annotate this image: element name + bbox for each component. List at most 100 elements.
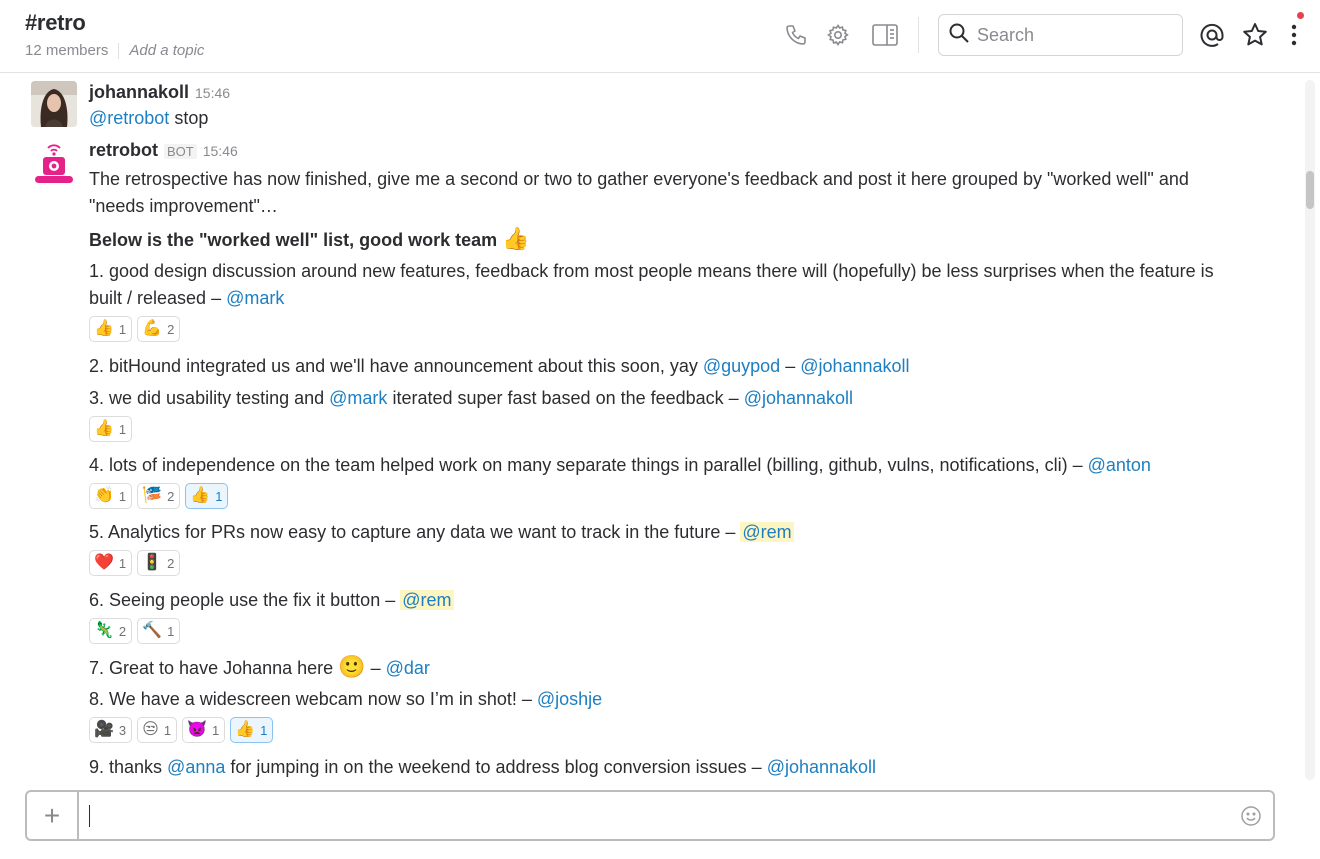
message-header: johannakoll 15:46 bbox=[89, 82, 230, 103]
reaction-bar: ❤️ 1 🚦 2 bbox=[89, 550, 181, 576]
list-item: 2. bitHound integrated us and we'll have… bbox=[89, 354, 910, 378]
text-cursor bbox=[89, 804, 90, 827]
smiley-icon[interactable] bbox=[1229, 792, 1273, 839]
list-item-text: 3. we did usability testing and bbox=[89, 388, 330, 408]
list-item-text: 8. We have a widescreen webcam now so I’… bbox=[89, 689, 537, 709]
message-author[interactable]: johannakoll bbox=[89, 82, 189, 102]
star-icon[interactable] bbox=[1242, 22, 1268, 48]
gear-icon[interactable] bbox=[825, 22, 851, 48]
imp-icon: 👿 bbox=[187, 721, 207, 738]
user-mention[interactable]: @johannakoll bbox=[744, 388, 853, 408]
avatar[interactable] bbox=[31, 81, 77, 127]
user-mention[interactable]: @mark bbox=[226, 288, 284, 308]
reaction-count: 1 bbox=[118, 421, 127, 437]
reaction-unamused[interactable]: 😒 1 bbox=[137, 717, 178, 743]
message-timestamp[interactable]: 15:46 bbox=[203, 143, 238, 159]
lizard-icon: 🦎 bbox=[94, 622, 114, 639]
list-item: 3. we did usability testing and @mark it… bbox=[89, 386, 853, 410]
phone-icon[interactable] bbox=[783, 22, 809, 48]
reaction-count: 2 bbox=[118, 623, 127, 639]
traffic-light-icon: 🚦 bbox=[142, 554, 163, 571]
message-list[interactable]: johannakoll 15:46 @retrobot stop retrobot… bbox=[0, 74, 1304, 786]
smiley-emoji-icon: 🙂 bbox=[338, 654, 366, 679]
thumbs-up-icon: 👍 bbox=[235, 721, 256, 738]
thumbs-up-icon: 👍 bbox=[502, 226, 530, 251]
reaction-heart[interactable]: ❤️ 1 bbox=[89, 550, 133, 576]
reaction-count: 1 bbox=[215, 488, 223, 504]
thumbs-up-icon: 👍 bbox=[190, 487, 211, 504]
user-mention[interactable]: @rem bbox=[740, 522, 794, 542]
retrobot-avatar[interactable] bbox=[31, 140, 77, 186]
user-mention[interactable]: @johannakoll bbox=[800, 356, 909, 376]
more-vertical-icon[interactable] bbox=[1281, 22, 1307, 48]
reaction-traffic-light[interactable]: 🚦 2 bbox=[137, 550, 181, 576]
reaction-count: 2 bbox=[167, 488, 175, 504]
user-mention[interactable]: @johannakoll bbox=[767, 757, 876, 777]
list-item-text: 4. lots of independence on the team help… bbox=[89, 455, 1088, 475]
reaction-thumbs-up[interactable]: 👍 1 bbox=[185, 483, 229, 509]
user-mention[interactable]: @retrobot bbox=[89, 108, 169, 128]
list-item-text: for jumping in on the weekend to address… bbox=[225, 757, 767, 777]
user-mention[interactable]: @mark bbox=[329, 388, 387, 408]
movie-camera-icon: 🎥 bbox=[94, 721, 114, 738]
muscle-icon: 💪 bbox=[142, 320, 163, 337]
clap-icon: 👏 bbox=[94, 487, 114, 504]
list-item-text: 2. bitHound integrated us and we'll have… bbox=[89, 356, 703, 376]
reaction-count: 1 bbox=[163, 722, 172, 738]
flags-icon: 🎏 bbox=[142, 487, 163, 504]
message-text: The retrospective has now finished, give… bbox=[89, 169, 1189, 189]
message-composer: + bbox=[25, 790, 1275, 841]
reaction-hammer[interactable]: 🔨 1 bbox=[137, 618, 181, 644]
list-item-text: 7. Great to have Johanna here bbox=[89, 658, 339, 678]
add-attachment-button[interactable]: + bbox=[27, 792, 79, 839]
separator: – bbox=[780, 356, 801, 376]
reaction-bar: 👍 1 bbox=[89, 416, 133, 442]
reaction-imp[interactable]: 👿 1 bbox=[182, 717, 226, 743]
message-text: "needs improvement"… bbox=[89, 196, 278, 216]
at-sign-icon[interactable] bbox=[1199, 22, 1225, 48]
reaction-count: 2 bbox=[167, 321, 175, 337]
search-icon bbox=[949, 23, 969, 48]
notification-dot bbox=[1297, 12, 1304, 19]
message-input[interactable] bbox=[79, 792, 1229, 839]
list-item-text: 5. Analytics for PRs now easy to capture… bbox=[89, 522, 741, 542]
hammer-icon: 🔨 bbox=[142, 622, 163, 639]
list-item: 9. thanks @anna for jumping in on the we… bbox=[89, 755, 876, 779]
user-mention[interactable]: @anton bbox=[1088, 455, 1151, 475]
user-mention[interactable]: @anna bbox=[167, 757, 225, 777]
user-mention[interactable]: @rem bbox=[400, 590, 454, 610]
thumbs-up-icon: 👍 bbox=[94, 320, 114, 337]
search-input[interactable]: Search bbox=[938, 14, 1183, 56]
sidebar-toggle-icon[interactable] bbox=[872, 22, 898, 48]
list-item: 5. Analytics for PRs now easy to capture… bbox=[89, 520, 794, 544]
reaction-thumbs-up[interactable]: 👍 1 bbox=[230, 717, 274, 743]
unamused-icon: 😒 bbox=[142, 721, 159, 738]
add-topic-link[interactable]: Add a topic bbox=[129, 42, 204, 59]
list-item-text: 6. Seeing people use the fix it button – bbox=[89, 590, 401, 610]
list-item: 7. Great to have Johanna here 🙂 – @dar bbox=[89, 655, 430, 680]
list-item: 4. lots of independence on the team help… bbox=[89, 453, 1151, 477]
reaction-flags[interactable]: 🎏 2 bbox=[137, 483, 181, 509]
reaction-count: 1 bbox=[167, 623, 175, 639]
list-item-text: 9. thanks bbox=[89, 757, 168, 777]
reaction-clap[interactable]: 👏 1 bbox=[89, 483, 133, 509]
thumbs-up-icon: 👍 bbox=[94, 420, 114, 437]
reaction-count: 1 bbox=[118, 555, 127, 571]
list-heading: Below is the "worked well" list, good wo… bbox=[89, 227, 530, 252]
user-mention[interactable]: @guypod bbox=[703, 356, 780, 376]
member-count[interactable]: 12 members bbox=[25, 42, 108, 59]
channel-title[interactable]: #retro bbox=[25, 10, 86, 36]
reaction-thumbs-up[interactable]: 👍 1 bbox=[89, 416, 133, 442]
message-timestamp[interactable]: 15:46 bbox=[195, 85, 230, 101]
message-author[interactable]: retrobot bbox=[89, 140, 158, 160]
meta-divider bbox=[118, 42, 120, 59]
reaction-lizard[interactable]: 🦎 2 bbox=[89, 618, 133, 644]
reaction-thumbs-up[interactable]: 👍 1 bbox=[89, 316, 133, 342]
user-mention[interactable]: @dar bbox=[386, 658, 430, 678]
reaction-count: 1 bbox=[118, 488, 127, 504]
channel-header: #retro 12 members Add a topic Search bbox=[0, 0, 1320, 73]
reaction-muscle[interactable]: 💪 2 bbox=[137, 316, 181, 342]
reaction-movie-camera[interactable]: 🎥 3 bbox=[89, 717, 133, 743]
user-mention[interactable]: @joshje bbox=[537, 689, 602, 709]
scrollbar-thumb[interactable] bbox=[1306, 171, 1314, 209]
